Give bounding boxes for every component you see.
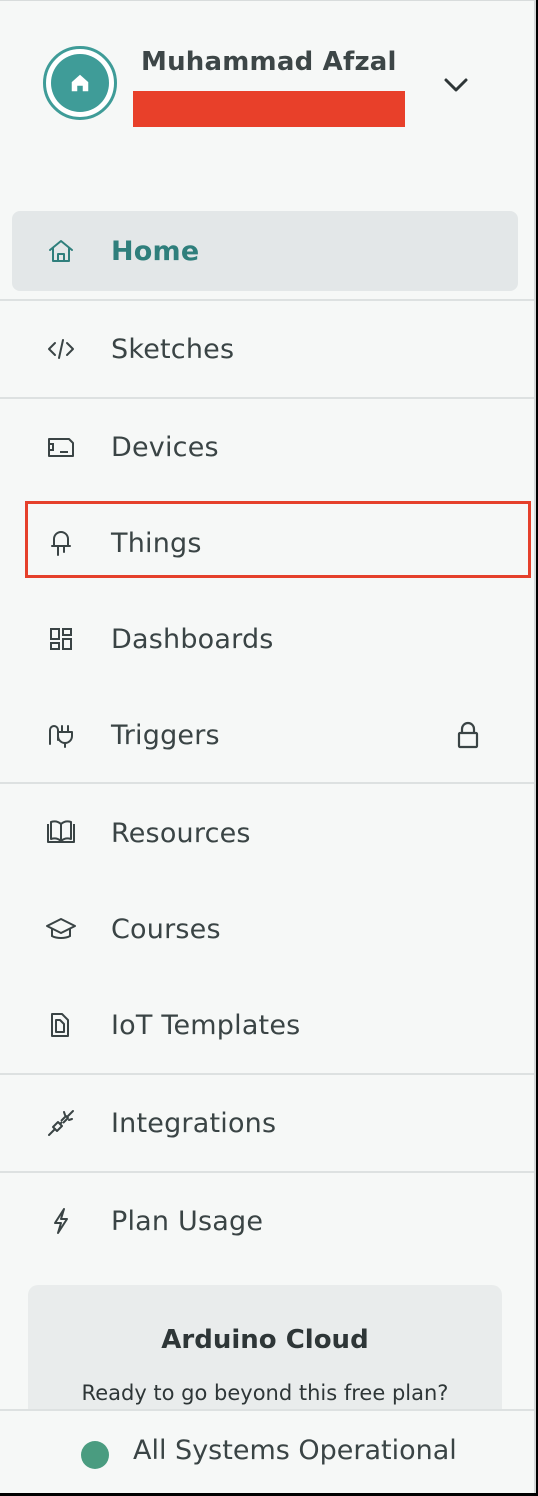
nav-item-sketches[interactable]: Sketches (0, 301, 534, 397)
user-name: Muhammad Afzal (141, 47, 397, 77)
nav-item-iot-templates[interactable]: IoT Templates (0, 977, 534, 1073)
nav-item-integrations[interactable]: Integrations (0, 1075, 534, 1171)
dashboard-icon (44, 622, 78, 656)
nav-label-integrations: Integrations (111, 1107, 277, 1139)
nav-label-courses: Courses (111, 913, 221, 945)
sidebar: Muhammad Afzal Home Sketches Devices Thi… (0, 0, 536, 1493)
nav-label-home: Home (111, 235, 200, 267)
status-footer[interactable]: All Systems Operational (0, 1409, 534, 1493)
account-header: Muhammad Afzal (0, 1, 534, 171)
nav-item-home[interactable]: Home (12, 211, 518, 291)
graduation-cap-icon (44, 912, 78, 946)
nav-label-triggers: Triggers (111, 719, 220, 751)
upgrade-card-text: Ready to go beyond this free plan? (81, 1381, 449, 1405)
nav-item-triggers[interactable]: Triggers (0, 687, 534, 783)
trigger-icon (44, 718, 78, 752)
nav-item-dashboards[interactable]: Dashboards (0, 591, 534, 687)
book-icon (44, 816, 78, 850)
upgrade-card-title: Arduino Cloud (161, 1325, 369, 1355)
nav-label-things: Things (111, 527, 202, 559)
status-indicator-icon (81, 1441, 109, 1469)
nav-label-devices: Devices (111, 431, 219, 463)
templates-icon (44, 1008, 78, 1042)
home-icon (44, 234, 78, 268)
nav-label-iot-templates: IoT Templates (111, 1009, 301, 1041)
nav-label-plan-usage: Plan Usage (111, 1205, 264, 1237)
nav-item-devices[interactable]: Devices (0, 399, 534, 495)
device-icon (44, 430, 78, 464)
avatar-circle (51, 54, 109, 112)
nav-label-resources: Resources (111, 817, 251, 849)
status-text: All Systems Operational (133, 1435, 457, 1466)
nav-item-things[interactable]: Things (0, 495, 534, 591)
nav-label-sketches: Sketches (111, 333, 235, 365)
divider (0, 782, 534, 784)
nav-item-resources[interactable]: Resources (0, 785, 534, 881)
code-icon (44, 332, 78, 366)
thing-icon (44, 526, 78, 560)
redacted-email (133, 91, 405, 127)
nav-item-plan-usage[interactable]: Plan Usage (0, 1173, 534, 1269)
lock-icon (454, 719, 482, 751)
avatar[interactable] (43, 46, 117, 120)
chevron-down-icon[interactable] (440, 69, 472, 101)
nav-label-dashboards: Dashboards (111, 623, 274, 655)
nav-item-courses[interactable]: Courses (0, 881, 534, 977)
home-icon (69, 72, 91, 94)
lightning-icon (44, 1204, 78, 1238)
plug-icon (44, 1106, 78, 1140)
